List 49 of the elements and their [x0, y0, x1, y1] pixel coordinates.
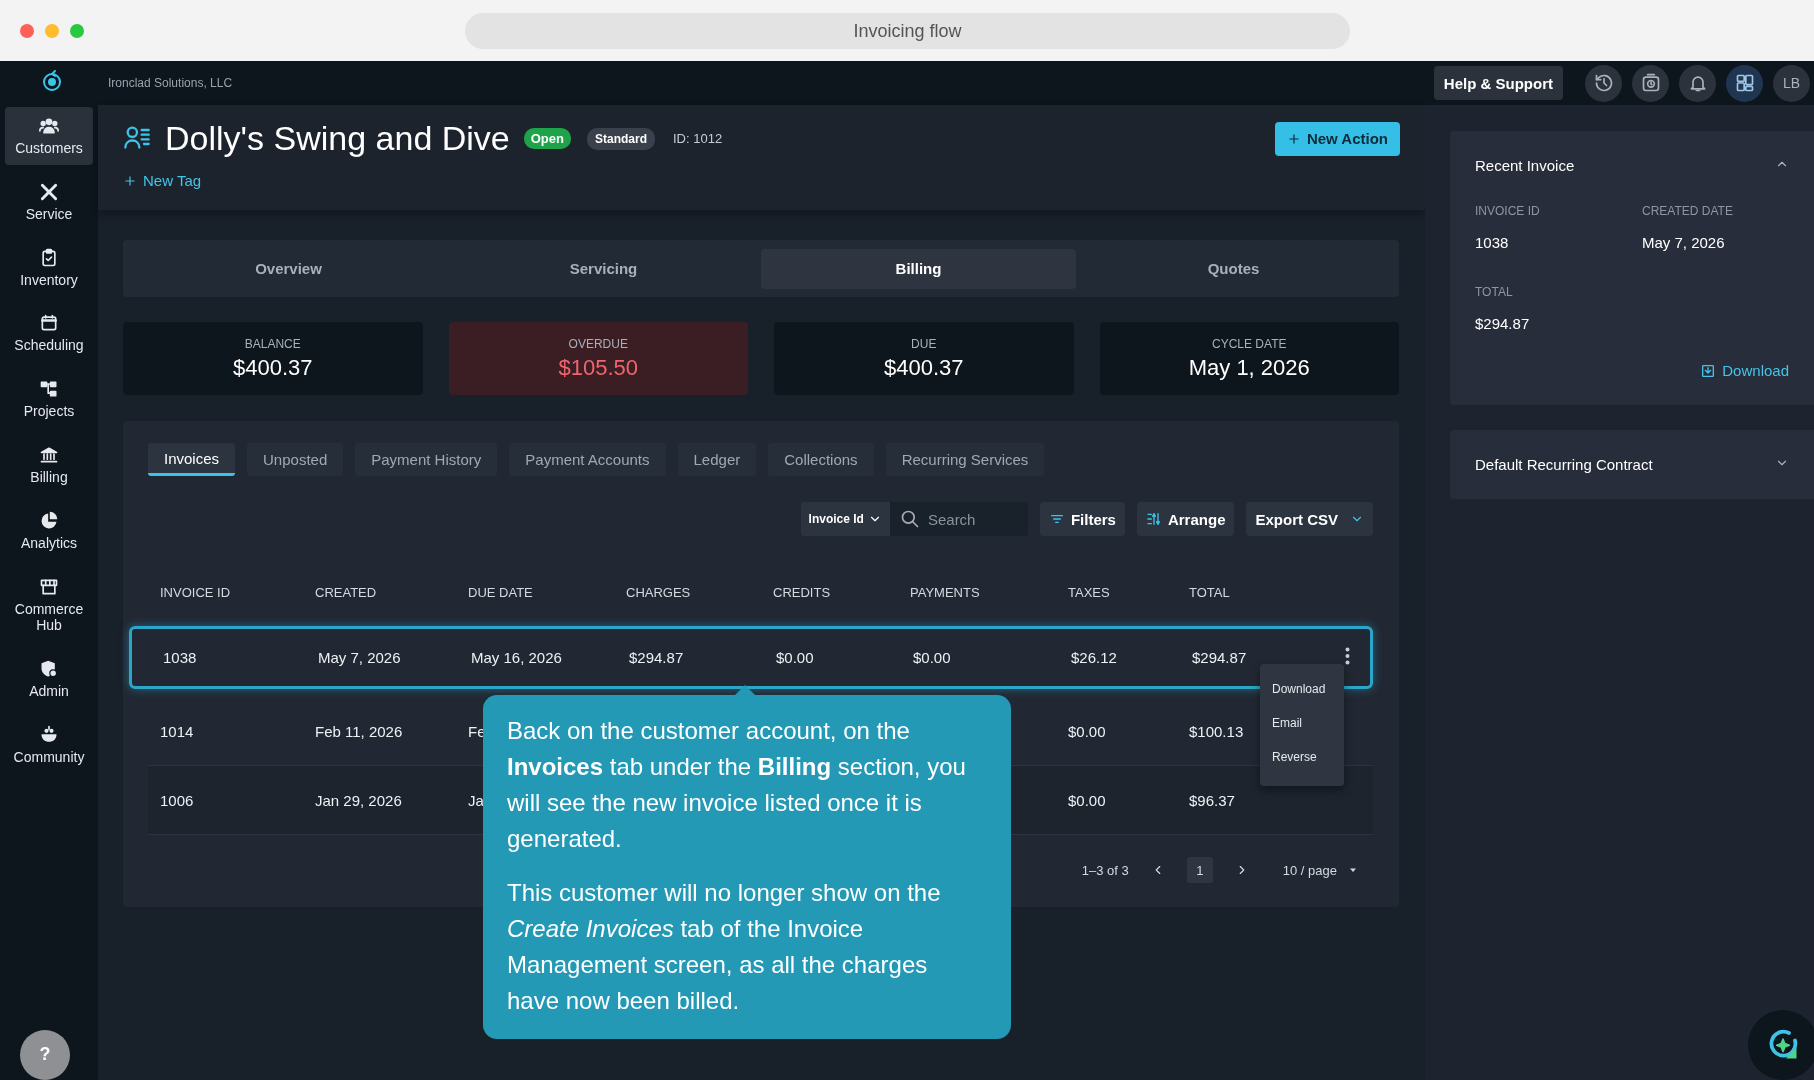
table-cell: 1038	[163, 649, 197, 666]
table-cell: Ja	[468, 791, 484, 809]
table-cell: May 16, 2026	[471, 649, 562, 666]
card-title: Recent Invoice	[1475, 157, 1575, 174]
table-cell: $96.37	[1189, 791, 1235, 809]
table-cell: $294.87	[629, 649, 684, 666]
field-label: CREATED DATE	[1642, 204, 1734, 218]
column-header: CREATED	[315, 584, 377, 600]
customer-id: ID: 1012	[673, 131, 723, 146]
stat-value: $400.37	[884, 354, 964, 381]
status-badge: Open	[523, 128, 571, 149]
column-header: PAYMENTS	[910, 584, 980, 600]
table-cell: $100.13	[1189, 722, 1244, 740]
tooltip-text: This customer will no longer show on the Create Invoices tab of the Invoice Management screen, as all the charges have now been billed.	[507, 878, 942, 1016]
table-cell: $26.12	[1071, 649, 1117, 666]
stat-label: CYCLE DATE	[1212, 336, 1287, 351]
table-cell: $0.00	[913, 649, 951, 666]
customer-name: Dolly's Swing and Dive	[165, 119, 510, 158]
stat-label: BALANCE	[244, 336, 301, 351]
field-value: May 7, 2026	[1642, 234, 1726, 251]
column-header: DUE DATE	[468, 584, 533, 600]
card-title: Default Recurring Contract	[1475, 456, 1653, 473]
window-title: Invoicing flow	[465, 13, 1350, 49]
table-cell: $0.00	[1068, 791, 1106, 809]
column-header: CHARGES	[626, 584, 691, 600]
table-cell: $294.87	[1192, 649, 1247, 666]
stat-value: May 1, 2026	[1188, 354, 1310, 381]
column-header: TOTAL	[1189, 584, 1230, 600]
stat-value: $400.37	[233, 354, 313, 381]
column-header: INVOICE ID	[160, 584, 231, 600]
table-cell: $0.00	[1068, 722, 1106, 740]
stat-value: $105.50	[558, 354, 638, 381]
table-cell: 1006	[160, 791, 194, 809]
field-value: $294.87	[1475, 315, 1531, 332]
company-name: Ironclad Solutions, LLC	[108, 76, 233, 90]
table-cell: $0.00	[776, 649, 814, 666]
column-header: TAXES	[1068, 584, 1110, 600]
stat-label: OVERDUE	[568, 336, 628, 351]
table-cell: May 7, 2026	[318, 649, 401, 666]
table-cell: Feb 11, 2026	[315, 722, 403, 740]
field-label: INVOICE ID	[1475, 204, 1541, 218]
table-cell: 1014	[160, 722, 194, 740]
stat-label: DUE	[911, 336, 937, 351]
field-label: TOTAL	[1475, 285, 1514, 299]
field-value: 1038	[1475, 234, 1510, 251]
tier-badge: Standard	[587, 127, 655, 150]
table-cell: Jan 29, 2026	[315, 791, 402, 809]
page-range: 1–3 of 3	[1081, 862, 1129, 878]
column-header: CREDITS	[773, 584, 831, 600]
